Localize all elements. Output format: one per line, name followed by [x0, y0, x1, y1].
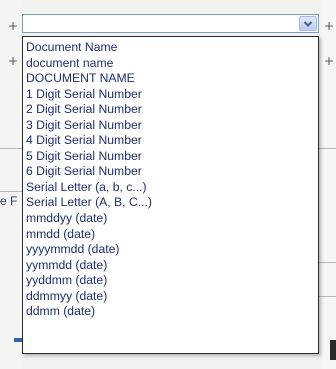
list-item-4-digit-serial[interactable]: 4 Digit Serial Number [23, 133, 318, 149]
divider [0, 148, 22, 149]
list-item-2-digit-serial[interactable]: 2 Digit Serial Number [23, 102, 318, 118]
list-item-mmdd[interactable]: mmdd (date) [23, 227, 318, 243]
list-item-document-name[interactable]: Document Name [23, 40, 318, 56]
add-icon[interactable]: + [8, 55, 18, 67]
add-icon[interactable]: + [324, 20, 334, 32]
divider [319, 296, 336, 297]
divider [0, 191, 22, 192]
list-item-document-name-lowercase[interactable]: document name [23, 56, 318, 72]
naming-token-combobox[interactable] [22, 14, 319, 33]
list-item-5-digit-serial[interactable]: 5 Digit Serial Number [23, 149, 318, 165]
background-dark-block [330, 340, 336, 360]
dropdown-toggle-button[interactable] [299, 16, 317, 31]
background-partial-label: e F [0, 194, 18, 208]
list-item-serial-letter-uppercase[interactable]: Serial Letter (A, B, C...) [23, 195, 318, 211]
divider [319, 262, 336, 263]
divider [319, 148, 336, 149]
list-item-ddmmyy[interactable]: ddmmyy (date) [23, 289, 318, 305]
list-item-serial-letter-lowercase[interactable]: Serial Letter (a, b, c...) [23, 180, 318, 196]
list-item-yymmdd[interactable]: yymmdd (date) [23, 258, 318, 274]
add-icon[interactable]: + [324, 55, 334, 67]
add-icon[interactable]: + [8, 20, 18, 32]
list-item-yyddmm[interactable]: yyddmm (date) [23, 273, 318, 289]
list-item-3-digit-serial[interactable]: 3 Digit Serial Number [23, 118, 318, 134]
list-item-ddmm[interactable]: ddmm (date) [23, 304, 318, 320]
list-item-yyyymmdd[interactable]: yyyymmdd (date) [23, 242, 318, 258]
list-item-mmddyy[interactable]: mmddyy (date) [23, 211, 318, 227]
list-item-1-digit-serial[interactable]: 1 Digit Serial Number [23, 87, 318, 103]
list-item-document-name-uppercase[interactable]: DOCUMENT NAME [23, 71, 318, 87]
dropdown-list[interactable]: Document Name document name DOCUMENT NAM… [22, 36, 319, 354]
list-item-6-digit-serial[interactable]: 6 Digit Serial Number [23, 164, 318, 180]
chevron-down-icon [303, 20, 313, 27]
